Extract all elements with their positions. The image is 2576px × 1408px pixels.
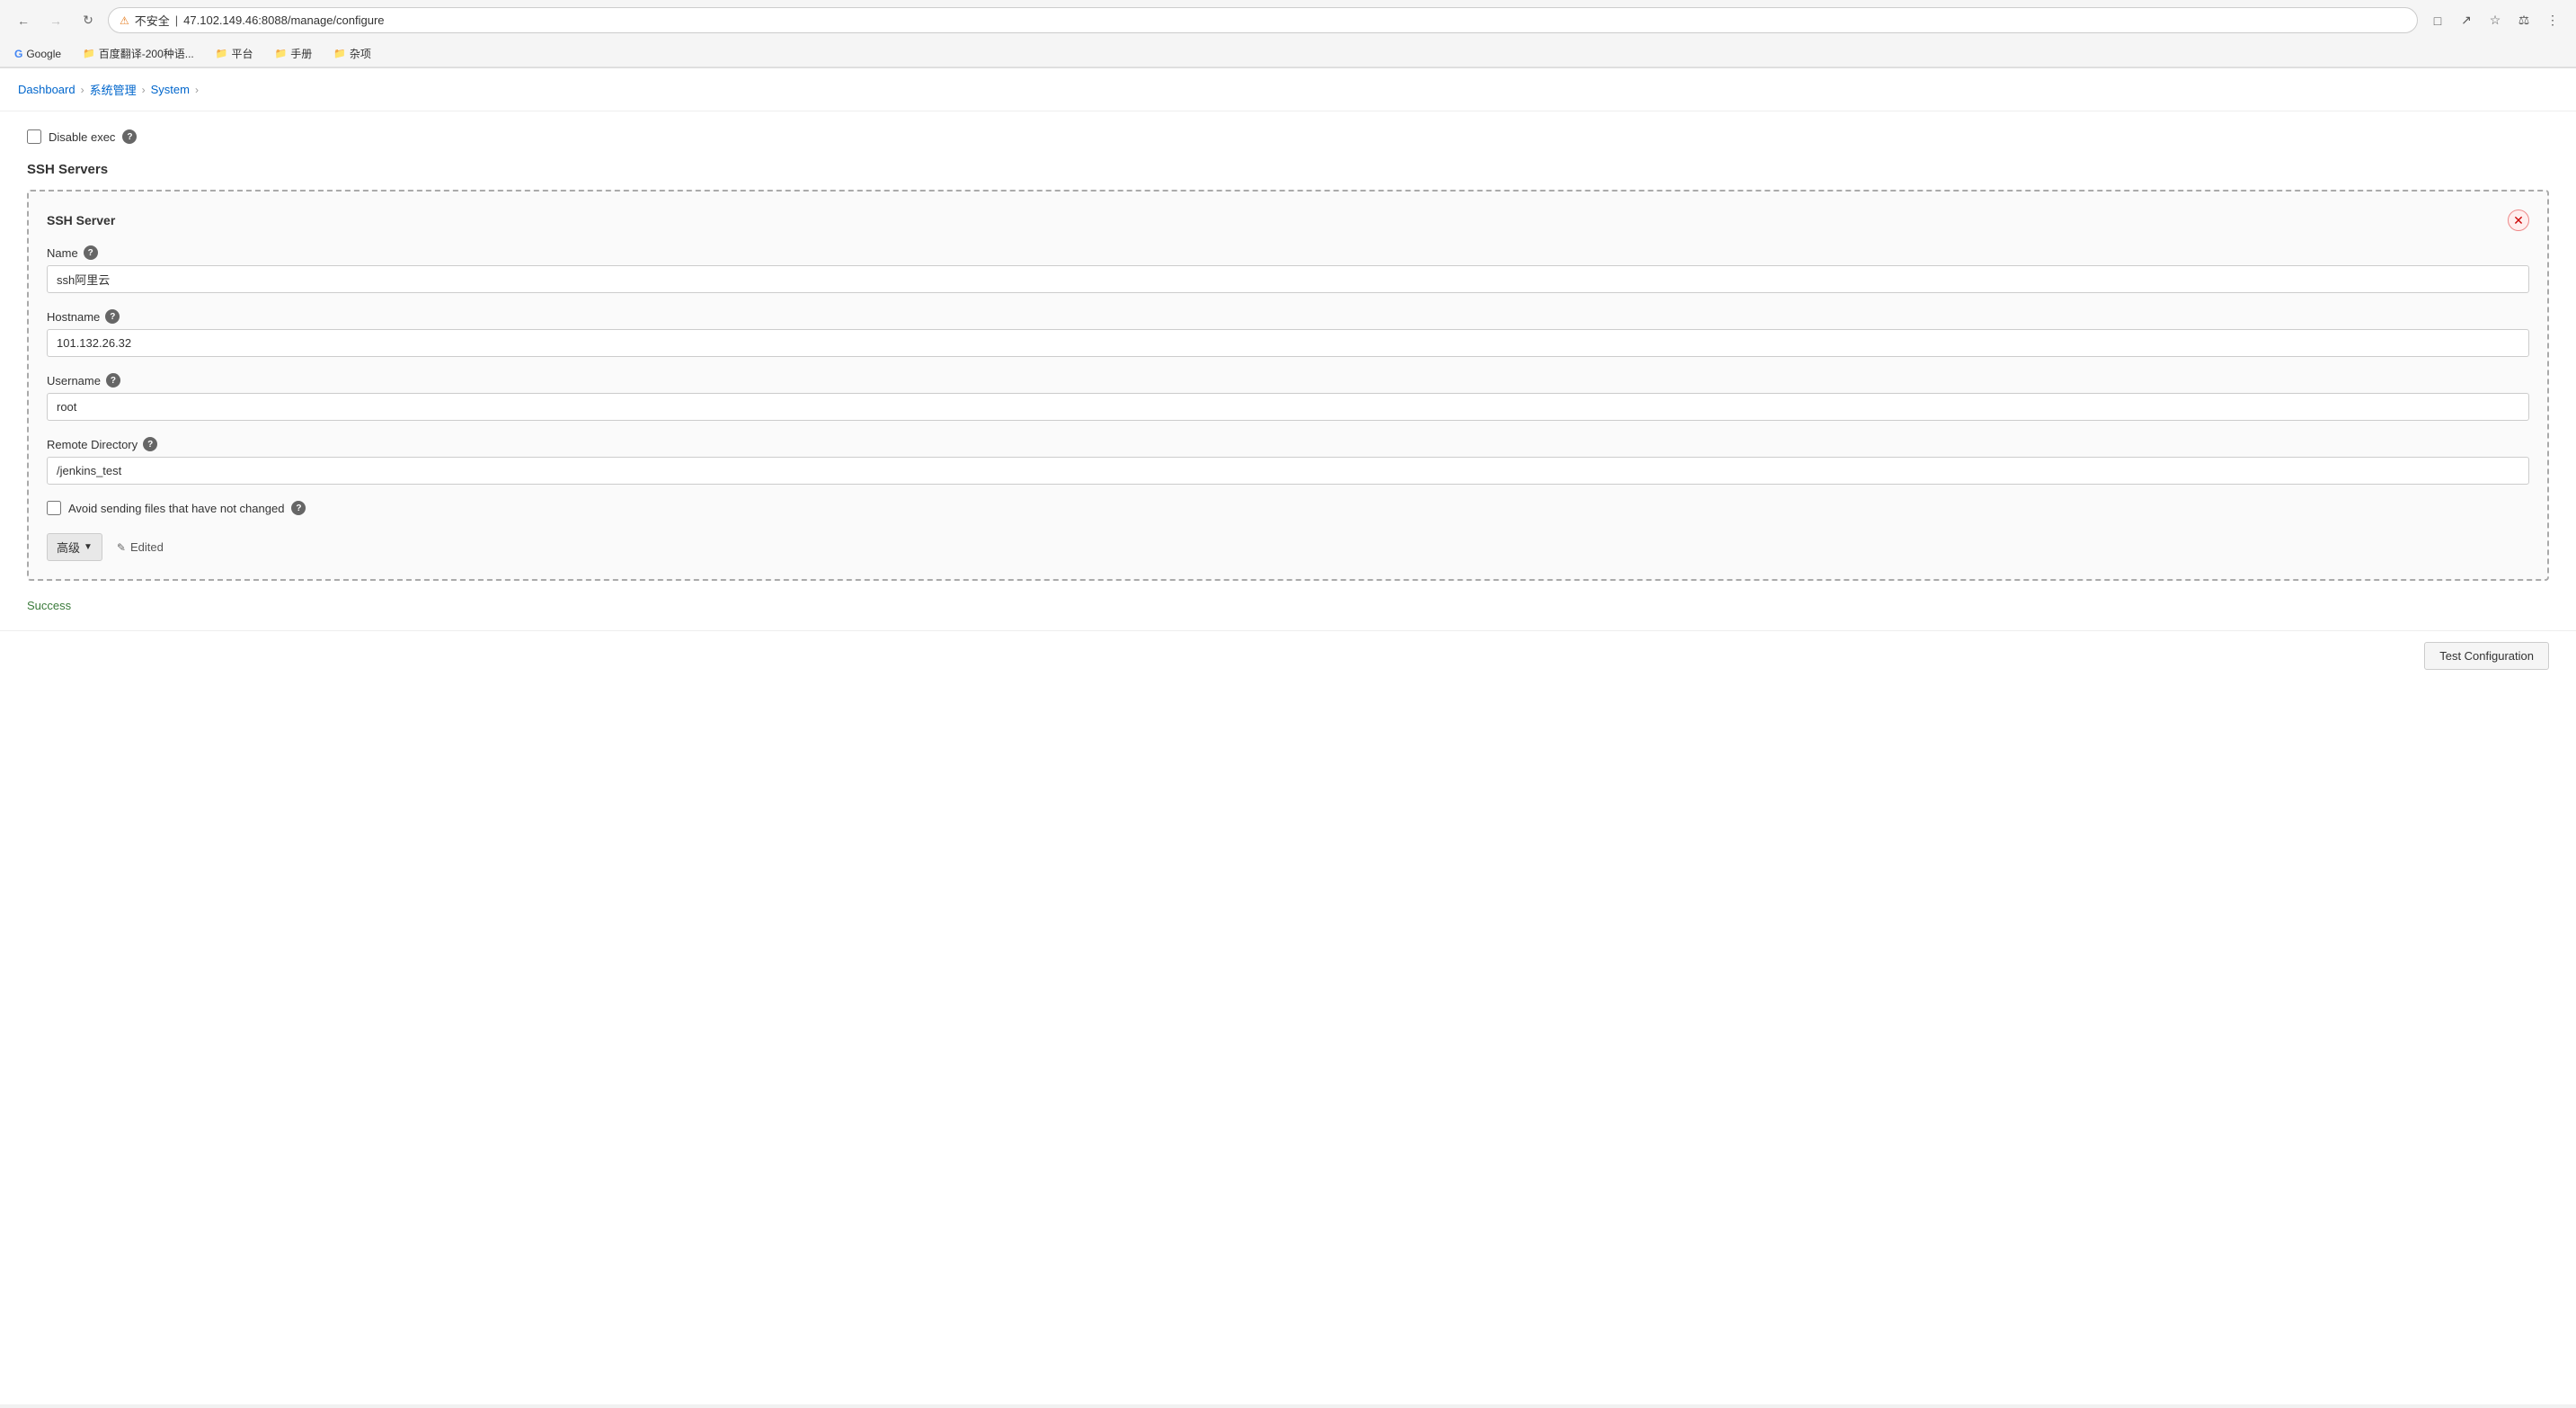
hostname-label: Hostname ? — [47, 309, 2529, 324]
baidu-label: 百度翻译-200种语... — [99, 46, 194, 61]
not-secure-label: 不安全 — [135, 12, 170, 29]
hostname-input[interactable] — [47, 329, 2529, 357]
bookmark-baidu[interactable]: 📁 百度翻译-200种语... — [79, 44, 198, 63]
bookmark-platform[interactable]: 📁 平台 — [212, 44, 257, 63]
advanced-label: 高级 — [57, 539, 80, 556]
page-footer: Test Configuration — [0, 630, 2576, 681]
breadcrumb-sep-2: › — [142, 84, 146, 96]
remote-directory-help-icon[interactable]: ? — [143, 437, 157, 451]
ssh-server-card: SSH Server ✕ Name ? Hostname ? — [27, 190, 2549, 581]
username-label: Username ? — [47, 373, 2529, 388]
chevron-down-icon: ▼ — [84, 542, 93, 552]
ssh-server-title: SSH Server — [47, 213, 115, 227]
bookmark-google[interactable]: G Google — [11, 46, 65, 62]
test-configuration-button[interactable]: Test Configuration — [2424, 642, 2549, 670]
breadcrumb-system-management[interactable]: 系统管理 — [90, 81, 137, 98]
bookmark-manual[interactable]: 📁 手册 — [271, 44, 316, 63]
bookmark-misc[interactable]: 📁 杂项 — [330, 44, 375, 63]
manual-label: 手册 — [290, 46, 312, 61]
google-label: Google — [26, 48, 61, 60]
hostname-label-text: Hostname — [47, 310, 100, 324]
menu-button[interactable]: ⋮ — [2540, 8, 2565, 33]
disable-exec-label: Disable exec — [49, 130, 115, 144]
misc-label: 杂项 — [350, 46, 371, 61]
disable-exec-checkbox[interactable] — [27, 129, 41, 144]
folder-icon-misc: 📁 — [333, 48, 346, 59]
breadcrumb-sep-3: › — [195, 84, 199, 96]
breadcrumb-system[interactable]: System — [151, 83, 190, 96]
username-input[interactable] — [47, 393, 2529, 421]
main-content: Disable exec ? SSH Servers SSH Server ✕ … — [0, 111, 2576, 630]
bookmarks-bar: G Google 📁 百度翻译-200种语... 📁 平台 📁 手册 📁 杂项 — [0, 40, 2576, 67]
name-label-text: Name — [47, 246, 78, 260]
name-field-group: Name ? — [47, 245, 2529, 293]
folder-icon-platform: 📁 — [216, 48, 228, 59]
remote-directory-field-group: Remote Directory ? — [47, 437, 2529, 485]
remote-directory-label: Remote Directory ? — [47, 437, 2529, 451]
avoid-sending-label: Avoid sending files that have not change… — [68, 502, 284, 515]
pencil-icon: ✎ — [117, 541, 126, 554]
browser-toolbar: ← → ↻ ⚠ 不安全 | 47.102.149.46:8088/manage/… — [0, 0, 2576, 40]
back-button[interactable]: ← — [11, 8, 36, 33]
edited-label: Edited — [130, 540, 164, 554]
name-label: Name ? — [47, 245, 2529, 260]
warning-icon: ⚠ — [120, 14, 129, 27]
address-bar[interactable]: ⚠ 不安全 | 47.102.149.46:8088/manage/config… — [108, 7, 2418, 33]
url-display: 47.102.149.46:8088/manage/configure — [183, 13, 384, 27]
edited-indicator: ✎ Edited — [117, 540, 164, 554]
folder-icon-baidu: 📁 — [83, 48, 95, 59]
hostname-help-icon[interactable]: ? — [105, 309, 120, 324]
username-field-group: Username ? — [47, 373, 2529, 421]
breadcrumb: Dashboard › 系统管理 › System › — [0, 68, 2576, 111]
avoid-sending-help-icon[interactable]: ? — [291, 501, 306, 515]
disable-exec-row: Disable exec ? — [27, 129, 2549, 144]
avoid-sending-checkbox[interactable] — [47, 501, 61, 515]
forward-button[interactable]: → — [43, 8, 68, 33]
url-text: | — [175, 13, 178, 27]
share-button[interactable]: ↗ — [2454, 8, 2479, 33]
name-input[interactable] — [47, 265, 2529, 293]
advanced-button[interactable]: 高级 ▼ — [47, 533, 102, 561]
toolbar-actions: □ ↗ ☆ ⚖ ⋮ — [2425, 8, 2565, 33]
bookmark-button[interactable]: ☆ — [2483, 8, 2508, 33]
ssh-servers-title: SSH Servers — [27, 162, 2549, 177]
google-icon: G — [14, 48, 22, 60]
screenshot-button[interactable]: □ — [2425, 8, 2450, 33]
name-help-icon[interactable]: ? — [84, 245, 98, 260]
username-label-text: Username — [47, 374, 101, 388]
avoid-sending-row: Avoid sending files that have not change… — [47, 501, 2529, 515]
browser-chrome: ← → ↻ ⚠ 不安全 | 47.102.149.46:8088/manage/… — [0, 0, 2576, 68]
breadcrumb-sep-1: › — [81, 84, 84, 96]
folder-icon-manual: 📁 — [275, 48, 288, 59]
reload-button[interactable]: ↻ — [76, 8, 101, 33]
success-text: Success — [27, 599, 2549, 612]
remote-directory-label-text: Remote Directory — [47, 438, 138, 451]
username-help-icon[interactable]: ? — [106, 373, 120, 388]
card-footer: 高级 ▼ ✎ Edited — [47, 533, 2529, 561]
breadcrumb-dashboard[interactable]: Dashboard — [18, 83, 76, 96]
page-wrapper: Dashboard › 系统管理 › System › Disable exec… — [0, 68, 2576, 1404]
disable-exec-help-icon[interactable]: ? — [122, 129, 137, 144]
extensions-button[interactable]: ⚖ — [2511, 8, 2536, 33]
platform-label: 平台 — [231, 46, 253, 61]
hostname-field-group: Hostname ? — [47, 309, 2529, 357]
remove-ssh-server-button[interactable]: ✕ — [2508, 209, 2529, 231]
remote-directory-input[interactable] — [47, 457, 2529, 485]
ssh-server-header: SSH Server ✕ — [47, 209, 2529, 231]
